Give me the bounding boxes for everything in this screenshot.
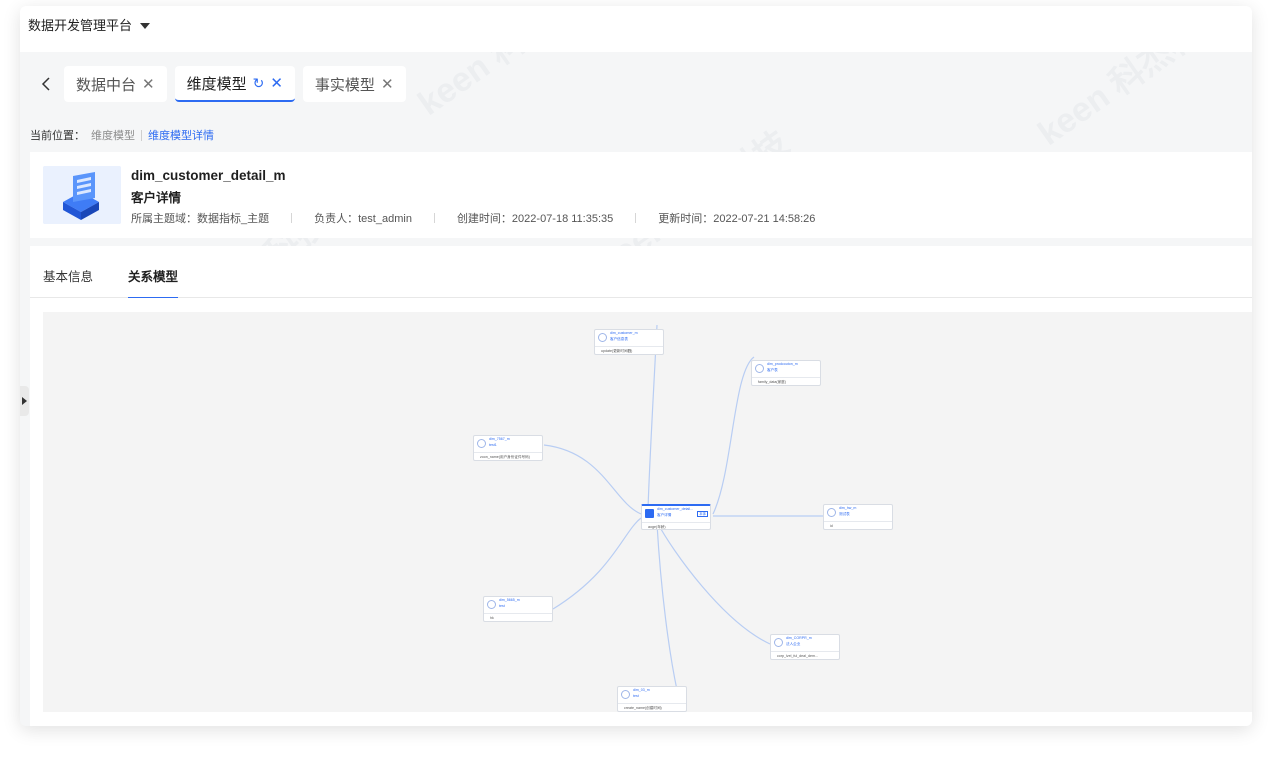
meta-updated: 更新时间：2022-07-21 14:58:26 — [658, 213, 816, 225]
node-cn-name: test — [633, 694, 639, 698]
tab-label: 事实模型 — [314, 76, 375, 94]
top-bar: 数据开发管理平台 — [20, 6, 1252, 52]
node-name: dim_hw_m — [839, 506, 857, 510]
close-icon[interactable]: ✕ — [381, 75, 394, 93]
node-name: dim_7567_m — [489, 437, 510, 441]
tab-label: 维度模型 — [186, 75, 247, 93]
node-field: family_data(家庭) — [758, 380, 786, 384]
node-name: dim_03_m — [633, 688, 650, 692]
graph-edge — [543, 444, 642, 515]
tab-relation-model[interactable]: 关系模型 — [128, 266, 179, 299]
node-name: dim_customer_detail... — [657, 507, 694, 511]
caret-right-icon — [22, 397, 27, 405]
node-field: create_name(创建时间) — [624, 706, 662, 710]
node-cn-name: test — [499, 604, 505, 608]
refresh-icon[interactable]: ↻ — [253, 75, 265, 92]
graph-node-dim-7567[interactable]: dim_7567_m test1 zoon_name(用户身份证件号码) — [473, 435, 543, 461]
node-field: hk — [490, 616, 494, 620]
model-name: dim_customer_detail_m — [131, 168, 286, 183]
breadcrumb-item-detail: 维度模型详情 — [148, 130, 214, 142]
detail-tabs: 基本信息 关系模型 — [30, 246, 1252, 299]
breadcrumb-item-dimension-model[interactable]: 维度模型 — [91, 127, 135, 143]
table-icon — [487, 600, 496, 609]
model-thumbnail — [43, 166, 121, 224]
table-icon — [755, 364, 764, 373]
graph-node-dim-5665[interactable]: dim_5665_m test hk — [483, 596, 553, 622]
close-icon[interactable]: ✕ — [270, 74, 283, 92]
graph-node-dim-prodcouton[interactable]: dim_prodcouton_m 客户表 family_data(家庭) — [751, 360, 821, 386]
chevron-left-icon — [41, 77, 50, 91]
table-icon — [477, 439, 486, 448]
node-name: dim_5665_m — [499, 598, 520, 602]
node-cn-name: 客户信息表 — [610, 337, 628, 341]
graph-edge — [552, 517, 642, 610]
meta-created: 创建时间：2022-07-18 11:35:35 — [456, 213, 614, 225]
tab-basic-info[interactable]: 基本信息 — [43, 266, 93, 297]
table-icon — [598, 333, 607, 342]
sidebar-expand-toggle[interactable] — [20, 386, 29, 416]
model-cube-icon — [43, 166, 121, 224]
node-cn-name: test1 — [489, 443, 497, 447]
node-name: dim_customer_m — [610, 331, 638, 335]
node-field: id — [830, 524, 833, 528]
meta-divider — [433, 213, 435, 223]
node-cn-name: 法人企业 — [786, 642, 801, 646]
node-cn-name: 测试表 — [839, 512, 850, 516]
node-cn-name: 客户表 — [767, 368, 778, 372]
platform-selector[interactable]: 数据开发管理平台 — [28, 15, 151, 34]
breadcrumb: 当前位置： 维度模型 维度模型详情 — [30, 127, 214, 143]
graph-edge — [712, 356, 755, 515]
model-meta: 所属主题域：数据指标_主题 负责人：test_admin 创建时间：2022-0… — [131, 210, 837, 226]
node-name: dim_CORPR_m — [786, 636, 812, 640]
table-icon — [774, 638, 783, 647]
graph-edge — [656, 521, 771, 645]
node-name: dim_prodcouton_m — [767, 362, 798, 366]
tab-data-center[interactable]: 数据中台 ✕ — [64, 66, 167, 102]
breadcrumb-divider — [141, 129, 142, 141]
table-icon — [645, 509, 654, 518]
model-cn-name: 客户详情 — [131, 191, 182, 205]
table-icon — [621, 690, 630, 699]
node-field: corp_lvel_ful_deal_dem... — [777, 654, 818, 658]
tab-dimension-model[interactable]: 维度模型 ↻ ✕ — [174, 66, 295, 102]
graph-node-dim-hw[interactable]: dim_hw_m 测试表 id — [823, 504, 893, 530]
graph-node-dim-customer[interactable]: dim_customer_m 客户信息表 update(更新时间戳) — [594, 329, 664, 355]
meta-divider — [291, 213, 293, 223]
tab-fact-model[interactable]: 事实模型 ✕ — [302, 66, 406, 102]
caret-down-icon — [140, 22, 151, 29]
page-tabs: 数据中台 ✕ 维度模型 ↻ ✕ 事实模型 ✕ — [36, 66, 406, 102]
node-field: aoge(年龄) — [648, 525, 666, 529]
node-field: update(更新时间戳) — [601, 349, 633, 353]
meta-owner: 负责人：test_admin — [314, 213, 412, 225]
node-cn-name: 客户详情 — [657, 513, 672, 517]
node-tag: 本体 — [697, 511, 708, 517]
relation-panel: dim_customer_m 客户信息表 update(更新时间戳) dim_p… — [30, 298, 1252, 726]
graph-node-dim-corpr[interactable]: dim_CORPR_m 法人企业 corp_lvel_ful_deal_dem.… — [770, 634, 840, 660]
model-info-card: dim_customer_detail_m 客户详情 所属主题域：数据指标_主题… — [30, 152, 1252, 238]
table-icon — [827, 508, 836, 517]
app-window: keen 科杰科技 keen 科杰科技 keen 科杰科技 keen 科杰科技 … — [20, 6, 1252, 726]
back-button[interactable] — [36, 66, 56, 102]
breadcrumb-prefix: 当前位置： — [30, 130, 85, 142]
node-field: zoon_name(用户身份证件号码) — [480, 455, 530, 459]
graph-node-dim-03[interactable]: dim_03_m test create_name(创建时间) — [617, 686, 687, 712]
tab-label: 数据中台 — [76, 76, 137, 94]
meta-divider — [635, 213, 637, 223]
platform-title: 数据开发管理平台 — [28, 18, 133, 33]
close-icon[interactable]: ✕ — [142, 75, 155, 93]
meta-domain: 所属主题域：数据指标_主题 — [131, 213, 270, 225]
graph-node-center[interactable]: dim_customer_detail... 客户详情 本体 aoge(年龄) — [641, 504, 711, 530]
relation-graph-canvas[interactable]: dim_customer_m 客户信息表 update(更新时间戳) dim_p… — [43, 312, 1252, 712]
